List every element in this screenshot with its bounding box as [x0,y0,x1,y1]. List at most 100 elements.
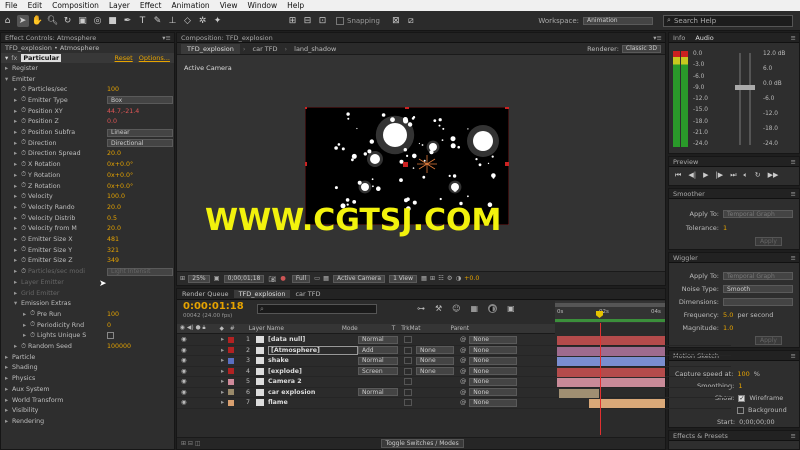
tab-audio[interactable]: Audio [695,34,713,42]
layer-parent-dropdown[interactable]: None [469,388,518,397]
transparency-icon[interactable]: ▦ [323,275,329,282]
audio-slider-right[interactable] [749,53,751,145]
audio-slider-knob-right[interactable] [745,85,755,90]
visibility-eye-icon[interactable]: ◉ [181,378,191,385]
param-value[interactable]: 100000 [107,343,131,350]
expand-arrow-icon[interactable]: ▸ [23,311,30,318]
tab-car-tfd[interactable]: car TFD [249,44,282,54]
stopwatch-icon[interactable]: ⏱ [21,129,28,137]
reset-link[interactable]: Reset [115,54,133,62]
parent-pickwhip-icon[interactable]: @ [460,368,466,375]
expand-arrow-icon[interactable]: ▾ [5,76,12,83]
last-frame-icon[interactable]: ⏭ [730,171,736,180]
param-value[interactable]: 100.0 [107,193,125,200]
options-link[interactable]: Options... [139,54,170,62]
layer-duration-bar[interactable] [557,367,665,377]
expand-arrow-icon[interactable]: ▸ [221,389,228,396]
timecode-field[interactable]: 0;00;01;18 [223,274,265,283]
param-value[interactable]: 0x+0.0° [107,172,133,179]
param-value[interactable]: 100 [107,311,119,318]
brush-tool-icon[interactable]: ✎ [152,15,164,27]
layer-label-color[interactable] [228,336,234,343]
safe-zones-icon[interactable]: ▣ [214,275,220,282]
menu-item-effect[interactable]: Effect [135,1,167,10]
expand-arrow-icon[interactable]: ▸ [14,343,21,350]
param-dropdown[interactable]: Directional [107,139,173,148]
stopwatch-icon[interactable]: ⏱ [21,193,28,201]
param-row-direction-spread[interactable]: ▸ ⏱ Direction Spread 20.0 [1,149,175,160]
param-row-velocity-rando[interactable]: ▸ ⏱ Velocity Rando 20.0 [1,202,175,213]
eraser-tool-icon[interactable]: ◇ [182,15,194,27]
flowchart-icon[interactable]: ⚙ [447,275,453,282]
param-row-x-rotation[interactable]: ▸ ⏱ X Rotation 0x+0.0° [1,159,175,170]
magnification-icon[interactable]: ⊞ [180,275,185,282]
stopwatch-icon[interactable]: ⏱ [21,236,28,244]
menu-item-animation[interactable]: Animation [166,1,214,10]
rotate-tool-icon[interactable]: ↻ [62,15,74,27]
param-row-emitter-size-z[interactable]: ▸ ⏱ Emitter Size Z 349 [1,256,175,267]
expand-arrow-icon[interactable]: ▸ [14,172,21,179]
stopwatch-icon[interactable]: ⏱ [21,257,28,265]
param-row-y-rotation[interactable]: ▸ ⏱ Y Rotation 0x+0.0° [1,170,175,181]
param-row-position-xy[interactable]: ▸ ⏱ Position XY 44.7,-21.4 [1,106,175,117]
stopwatch-icon[interactable]: ⏱ [21,182,28,190]
layer-label-color[interactable] [228,347,234,354]
stopwatch-icon[interactable]: ⏱ [21,86,28,94]
zoom-dropdown[interactable]: 25% [188,274,210,283]
hand-tool-icon[interactable]: ✋ [32,15,44,27]
grid-icon[interactable]: ▦ [421,275,427,282]
wiggler-dimensions-dropdown[interactable] [723,298,793,306]
param-row-position-z[interactable]: ▸ ⏱ Position Z 0.0 [1,117,175,128]
puppet-tool-icon[interactable]: ✦ [212,15,224,27]
param-row-particles-sec[interactable]: ▸ ⏱ Particles/sec 100 [1,84,175,95]
param-row-visibility[interactable]: ▸ Visibility [1,405,175,416]
expand-arrow-icon[interactable]: ▸ [221,336,228,343]
expand-arrow-icon[interactable]: ▸ [14,268,21,275]
renderer-dropdown[interactable]: Classic 3D [621,44,661,53]
stopwatch-icon[interactable]: ⏱ [21,161,28,169]
expand-arrow-icon[interactable]: ▸ [5,418,12,425]
text-tool-icon[interactable]: T [137,15,149,27]
stopwatch-icon[interactable]: ⏱ [21,246,28,254]
draft-3d-icon[interactable]: ⚒ [435,304,442,313]
layer-mode-dropdown[interactable]: Screen [358,367,398,376]
exposure-icon[interactable]: ◑ [456,275,462,282]
pan-behind-tool-icon[interactable]: ◎ [92,15,104,27]
expand-arrow-icon[interactable]: ▸ [23,332,30,339]
expand-arrow-icon[interactable]: ▸ [14,108,21,115]
expand-arrow-icon[interactable]: ▸ [221,368,228,375]
clone-tool-icon[interactable]: ⊥ [167,15,179,27]
layer-label-color[interactable] [228,399,234,406]
menu-item-edit[interactable]: Edit [23,1,48,10]
snapping-checkbox[interactable] [336,16,344,25]
menu-item-view[interactable]: View [215,1,243,10]
background-checkbox[interactable] [737,406,744,414]
tab-land-shadow[interactable]: land_shadow [290,44,340,54]
timeline-timecode[interactable]: 0:00:01:18 [183,301,244,312]
stopwatch-icon[interactable]: ⏱ [30,332,37,340]
channel-icon[interactable]: ● [280,275,286,282]
param-row-grid-emitter[interactable]: ▸ Grid Emitter [1,288,175,299]
param-row-particles-sec-modi[interactable]: ▸ ⏱ Particles/sec modi Light Intensit [1,266,175,277]
smoothing-value[interactable]: 1 [738,382,742,390]
param-row-velocity-distrib[interactable]: ▸ ⏱ Velocity Distrib 0.5 [1,213,175,224]
expand-arrow-icon[interactable]: ▸ [14,97,21,104]
next-frame-icon[interactable]: |▶ [715,171,723,180]
view-camera-dropdown[interactable]: Active Camera [333,274,386,283]
expand-arrow-icon[interactable]: ▸ [14,236,21,243]
menu-item-help[interactable]: Help [282,1,309,10]
param-row-emitter-type[interactable]: ▸ ⏱ Emitter Type Box [1,95,175,106]
loop-icon[interactable]: ↻ [755,171,761,180]
layer-parent-dropdown[interactable]: None [469,356,518,365]
param-row-direction[interactable]: ▸ ⏱ Direction Directional [1,138,175,149]
frame-blending-icon[interactable]: ▦ [471,304,479,313]
param-value[interactable]: 0.5 [107,215,117,222]
layer-trkmat-dropdown[interactable]: None [416,346,454,355]
stopwatch-icon[interactable]: ⏱ [21,171,28,179]
expand-arrow-icon[interactable]: ▸ [5,397,12,404]
composition-mini-flowchart-icon[interactable]: ⊶ [417,304,425,313]
expand-arrow-icon[interactable]: ▸ [14,225,21,232]
fast-preview-icon[interactable]: ⊞ [430,275,435,282]
menu-item-layer[interactable]: Layer [104,1,135,10]
stopwatch-icon[interactable]: ⏱ [21,118,28,126]
